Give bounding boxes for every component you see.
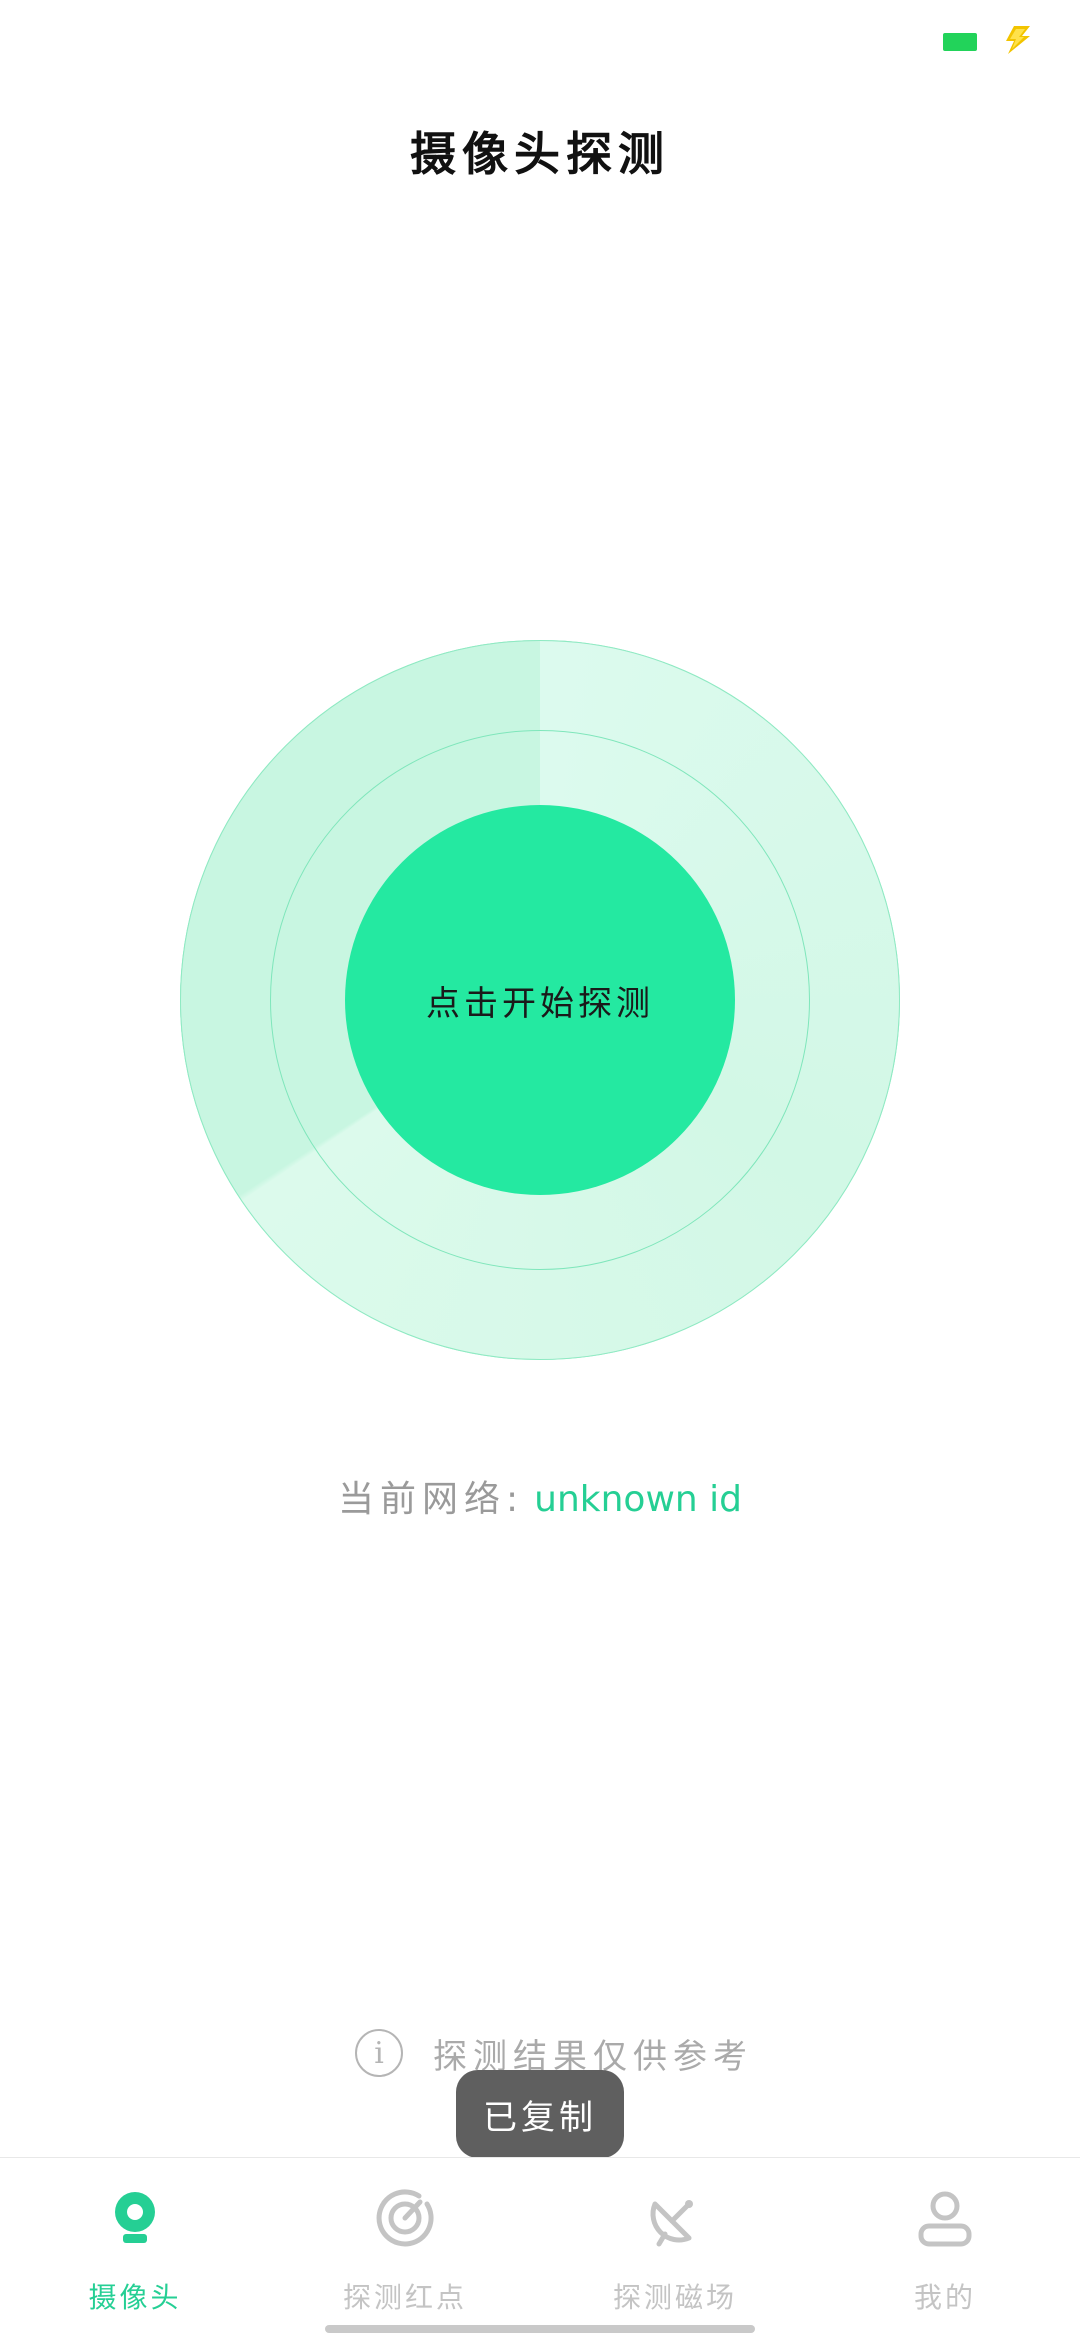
screen: 摄像头探测 点击开始探测 当前网络: unknown id i 探测结果仅供参考 … xyxy=(0,0,1080,2340)
tab-magnetic-field[interactable]: 探测磁场 xyxy=(540,2178,810,2328)
info-icon: i xyxy=(355,2029,403,2077)
home-indicator[interactable] xyxy=(325,2325,755,2333)
tab-camera-label: 摄像头 xyxy=(88,2281,182,2314)
network-label: 当前网络: xyxy=(337,1479,525,1520)
user-icon xyxy=(918,2191,972,2247)
tab-magnetic-field-label: 探测磁场 xyxy=(612,2281,737,2314)
camera-icon xyxy=(115,2192,155,2243)
page-title: 摄像头探测 xyxy=(410,127,670,181)
tab-red-dot[interactable]: 探测红点 xyxy=(270,2178,540,2328)
tab-mine-label: 我的 xyxy=(913,2281,976,2314)
status-bar xyxy=(0,0,1080,90)
charging-bolt-icon xyxy=(1006,26,1030,54)
battery-icon xyxy=(943,33,977,51)
satellite-dish-icon xyxy=(650,2200,693,2247)
network-value: unknown id xyxy=(534,1479,743,1520)
tab-red-dot-label: 探测红点 xyxy=(342,2281,467,2314)
radar-scanner: 点击开始探测 xyxy=(180,640,900,1360)
radar-icon xyxy=(376,2189,434,2247)
tab-camera[interactable]: 摄像头 xyxy=(0,2178,270,2328)
start-detection-button[interactable]: 点击开始探测 xyxy=(345,805,735,1195)
copied-toast: 已复制 xyxy=(456,2070,624,2158)
bottom-tab-bar: 摄像头 探测红点 探测磁场 我的 xyxy=(0,2157,1080,2340)
network-info: 当前网络: unknown id xyxy=(0,1470,1080,1522)
start-detection-label: 点击开始探测 xyxy=(426,983,654,1024)
tab-mine[interactable]: 我的 xyxy=(810,2178,1080,2328)
